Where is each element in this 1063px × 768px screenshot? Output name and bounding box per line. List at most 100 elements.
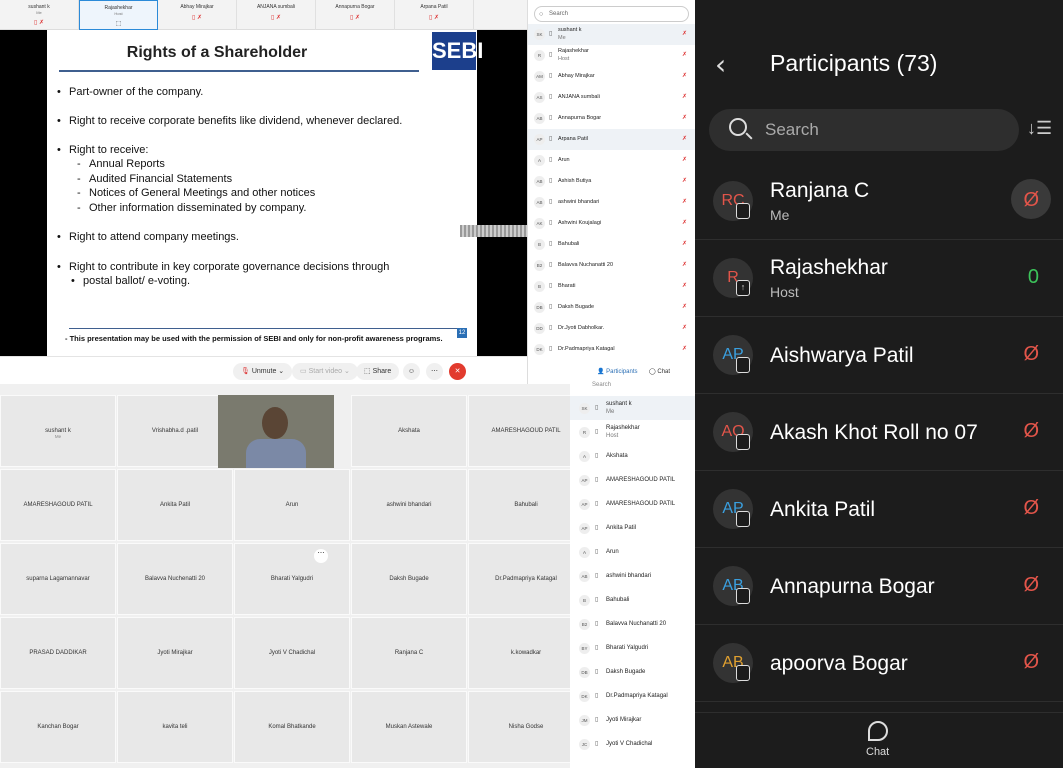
list-item[interactable]: B ▯ Bahubali ✗ (528, 234, 695, 255)
participant-video[interactable] (218, 395, 334, 468)
video-tile[interactable]: Komal Bhatkande (234, 691, 350, 763)
participant-row[interactable]: AP Ankita Patil Ø (695, 471, 1063, 548)
list-item[interactable]: R ▯ Rajashekhar Host ✗ (528, 45, 695, 66)
video-tile[interactable]: Muskan Astewale (351, 691, 467, 763)
mic-on-icon[interactable]: 0 (1028, 266, 1039, 289)
list-item[interactable]: AB ▯ Annapurna Bogar ✗ (528, 108, 695, 129)
list-item[interactable]: BY ▯ Bharati Yalgudri (570, 636, 695, 660)
participant-row[interactable]: AB apoorva Bogar Ø (695, 625, 1063, 702)
video-tile[interactable]: AMARESHAGOUD PATIL (0, 469, 116, 541)
video-tile[interactable]: Bharati Yalgudri (234, 543, 350, 615)
mic-off-icon[interactable]: Ø (1023, 420, 1039, 443)
list-item[interactable]: DB ▯ Daksh Bugade (570, 660, 695, 684)
thumbnail-1[interactable]: Rajashekhar Host ⬚ (79, 0, 158, 30)
mic-off-icon[interactable]: Ø (1023, 343, 1039, 366)
participant-search-input[interactable]: Search (592, 382, 611, 388)
list-item[interactable]: AM ▯ Abhay Mirajkar ✗ (528, 66, 695, 87)
avatar: B2 (579, 619, 590, 630)
video-tile[interactable]: Daksh Bugade (351, 543, 467, 615)
thumbnail-2[interactable]: Abhay Mirajkar ▯ ✗ (158, 0, 237, 30)
tab-participants[interactable]: 👤 Participants (597, 368, 638, 375)
list-item[interactable]: B2 ▯ Balavva Nuchanatti 20 ✗ (528, 255, 695, 276)
list-item[interactable]: AS ▯ ANJANA sumbali ✗ (528, 87, 695, 108)
list-item[interactable]: AP ▯ Ankita Patil (570, 516, 695, 540)
video-tile[interactable]: AMARESHAGOUD PATIL (468, 395, 584, 467)
list-item[interactable]: DB ▯ Daksh Bugade ✗ (528, 297, 695, 318)
video-tile[interactable]: sushant k Me (0, 395, 116, 467)
tab-chat[interactable]: ◯ Chat (649, 368, 670, 375)
mic-off-icon[interactable]: Ø (1023, 651, 1039, 674)
list-item[interactable]: AK ▯ Ashwini Koujalagi ✗ (528, 213, 695, 234)
list-item[interactable]: DD ▯ Dr.Jyoti Dabholkar. ✗ (528, 318, 695, 339)
thumbnail-4[interactable]: Annapurna Bogar ▯ ✗ (316, 0, 395, 30)
participant-row[interactable]: RC Ranjana C Me Ø (695, 163, 1063, 240)
list-item[interactable]: B ▯ Bahubali (570, 588, 695, 612)
list-item[interactable]: AB ▯ Ashish Butiya ✗ (528, 171, 695, 192)
participant-row[interactable]: AP Aishwarya Patil Ø (695, 317, 1063, 394)
video-tile[interactable]: Ranjana C (351, 617, 467, 689)
participant-name: Dr.Padmapriya Katagal (558, 346, 615, 352)
reactions-button[interactable]: ☺ (403, 363, 420, 380)
participant-row[interactable]: AB Annapurna Bogar Ø (695, 548, 1063, 625)
more-options-button[interactable]: ⋯ (426, 363, 443, 380)
list-item[interactable]: AB ▯ ashwini bhandari (570, 564, 695, 588)
participant-row[interactable]: R ↑ Rajashekhar Host 0 (695, 240, 1063, 317)
thumbnail-3[interactable]: ANJANA sumbali ▯ ✗ (237, 0, 316, 30)
mic-off-icon[interactable]: Ø (1023, 497, 1039, 520)
video-tile[interactable]: kavita teli (117, 691, 233, 763)
participant-name: Jyoti Mirajkar (606, 717, 642, 723)
video-tile[interactable]: Arun (234, 469, 350, 541)
list-item[interactable]: JC ▯ Jyoti V Chadichal (570, 732, 695, 756)
list-item[interactable]: A ▯ Akshata (570, 444, 695, 468)
list-item[interactable]: AP ▯ AMARESHAGOUD PATIL (570, 492, 695, 516)
video-tile[interactable]: k.kowadkar (468, 617, 584, 689)
list-item[interactable]: DK ▯ Dr.Padmapriya Katagal (570, 684, 695, 708)
leave-button[interactable]: ✕ (449, 363, 466, 380)
chat-bar[interactable]: Chat (695, 712, 1063, 768)
video-tile[interactable]: ashwini bhandari (351, 469, 467, 541)
video-tile[interactable]: Jyoti V Chadichal (234, 617, 350, 689)
mic-off-icon[interactable]: Ø (1023, 574, 1039, 597)
list-item[interactable]: A ▯ Arun ✗ (528, 150, 695, 171)
video-tile[interactable]: Dr.Padmapriya Katagal (468, 543, 584, 615)
thumbnail-5[interactable]: Arpana Patil ▯ ✗ (395, 0, 474, 30)
video-tile[interactable]: PRASAD DADDIKAR (0, 617, 116, 689)
video-tile[interactable]: Bahubali (468, 469, 584, 541)
video-tile[interactable]: suparna Lagamannavar (0, 543, 116, 615)
sort-icon[interactable]: ↓☰ (1027, 118, 1052, 139)
list-item[interactable]: AP ▯ AMARESHAGOUD PATIL (570, 468, 695, 492)
video-tile[interactable]: Nisha Godse (468, 691, 584, 763)
mobile-device-icon (736, 511, 750, 527)
share-button[interactable]: ⬚ Share (356, 363, 400, 380)
list-item[interactable]: B2 ▯ Balavva Nuchanatti 20 (570, 612, 695, 636)
thumbnail-0[interactable]: sushant k Me ▯ ✗ (0, 0, 79, 30)
video-tile[interactable]: Ankita Patil (117, 469, 233, 541)
list-item[interactable]: SK ▯ sushant k Me (570, 396, 695, 420)
video-tile[interactable]: Jyoti Mirajkar (117, 617, 233, 689)
tile-name: Bharati Yalgudri (270, 576, 314, 582)
list-item[interactable]: R ▯ Rajashekhar Host (570, 420, 695, 444)
video-tile[interactable]: Akshata (351, 395, 467, 467)
list-item[interactable]: AB ▯ ashwini bhandari ✗ (528, 192, 695, 213)
video-tile[interactable]: Balavva Nuchenatti 20 (117, 543, 233, 615)
unmute-button[interactable]: 🎙 Unmute ⌄ (233, 363, 293, 380)
list-item[interactable]: AP ▯ Arpana Patil ✗ (528, 129, 695, 150)
list-item[interactable]: JM ▯ Jyoti Mirajkar (570, 708, 695, 732)
participant-row[interactable]: AO Akash Khot Roll no 07 Ø (695, 394, 1063, 471)
mic-off-icon: ✗ (681, 199, 687, 205)
video-tile[interactable]: Vrishabha.d .patil (117, 395, 233, 467)
search-input[interactable]: Search (709, 109, 1019, 151)
tile-more-icon[interactable]: ⋯ (314, 549, 328, 563)
list-item[interactable]: SK ▯ sushant k Me ✗ (528, 24, 695, 45)
start-video-button[interactable]: ▭ Start video ⌄ (292, 363, 358, 380)
list-item[interactable]: A ▯ Arun (570, 540, 695, 564)
resize-handle[interactable] (460, 225, 527, 237)
avatar: AS (534, 92, 545, 103)
mic-off-icon[interactable]: Ø (1023, 189, 1039, 212)
video-tile[interactable]: Kanchan Bogar (0, 691, 116, 763)
list-item[interactable]: DK ▯ Dr.Padmapriya Katagal ✗ (528, 339, 695, 360)
participant-search-input[interactable]: Search (534, 6, 689, 22)
participant-role: Host (558, 56, 570, 62)
back-arrow-icon[interactable]: ‹ (715, 48, 726, 81)
list-item[interactable]: B ▯ Bharati ✗ (528, 276, 695, 297)
